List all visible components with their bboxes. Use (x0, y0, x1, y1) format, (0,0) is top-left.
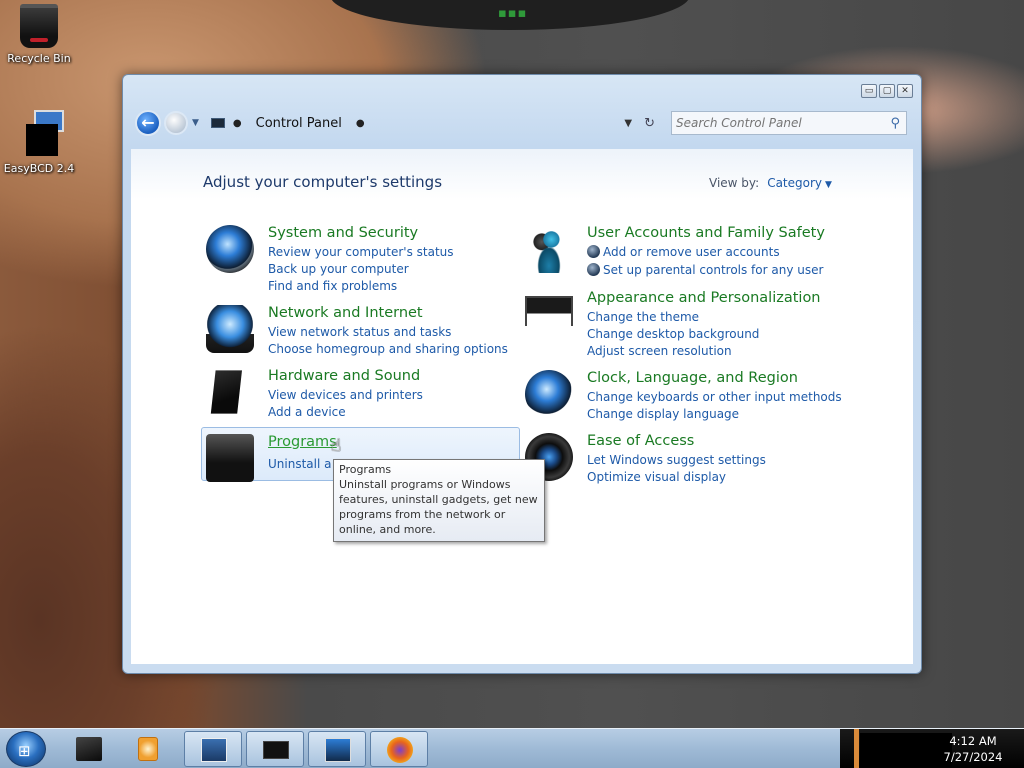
desktop-icon-label: EasyBCD 2.4 (3, 162, 75, 175)
windows-logo-icon: ⊞ (18, 742, 31, 760)
search-input[interactable] (676, 116, 891, 130)
category-title[interactable]: Hardware and Sound (268, 368, 420, 384)
search-box[interactable]: ⚲ (671, 111, 907, 135)
link-network-status[interactable]: View network status and tasks (268, 325, 451, 339)
network-globe-icon (206, 305, 254, 353)
taskbar-app-control-panel[interactable] (184, 731, 242, 767)
category-title[interactable]: Programs (268, 434, 337, 450)
control-panel-app-icon (201, 738, 227, 762)
parental-controls-shield-icon (587, 263, 600, 276)
tooltip-title: Programs (339, 463, 392, 476)
category-ease-of-access: Ease of Access Let Windows suggest setti… (525, 433, 855, 489)
category-network-internet: Network and Internet View network status… (206, 305, 526, 361)
breadcrumb-separator-icon[interactable]: ● (233, 118, 242, 129)
link-keyboards-input[interactable]: Change keyboards or other input methods (587, 390, 842, 404)
link-find-fix-problems[interactable]: Find and fix problems (268, 279, 397, 293)
category-title[interactable]: Network and Internet (268, 305, 423, 321)
forward-button[interactable] (164, 111, 188, 135)
content-pane: Adjust your computer's settings View by:… (131, 149, 913, 664)
category-title[interactable]: User Accounts and Family Safety (587, 225, 825, 241)
desktop-icon-label: Recycle Bin (7, 52, 71, 65)
navigation-bar: ← ▼ ● Control Panel ● ▼ ↻ ⚲ (135, 108, 907, 138)
network-app-icon (325, 738, 351, 762)
programs-tooltip: Programs Uninstall programs or Windows f… (333, 459, 545, 542)
wallpaper-dark-shape: ▪▪▪ (330, 0, 690, 30)
view-by-dropdown[interactable]: Category (767, 176, 822, 190)
chevron-down-icon[interactable]: ▼ (825, 180, 832, 190)
link-devices-printers[interactable]: View devices and printers (268, 388, 423, 402)
taskbar-pinned-explorer[interactable] (60, 731, 118, 767)
category-title[interactable]: Ease of Access (587, 433, 694, 449)
breadcrumb-separator-icon[interactable]: ● (356, 118, 365, 129)
refresh-icon[interactable]: ↻ (644, 116, 655, 131)
link-desktop-background[interactable]: Change desktop background (587, 327, 759, 341)
maximize-button[interactable]: ▢ (879, 84, 895, 98)
link-add-remove-users[interactable]: Add or remove user accounts (603, 245, 780, 259)
desktop-icon-easybcd[interactable]: EasyBCD 2.4 (3, 110, 75, 175)
easybcd-icon (16, 110, 64, 158)
users-icon (525, 225, 573, 273)
link-change-theme[interactable]: Change the theme (587, 310, 699, 324)
link-back-up[interactable]: Back up your computer (268, 262, 409, 276)
address-dropdown-icon[interactable]: ▼ (624, 118, 632, 129)
start-button[interactable]: ⊞ (6, 731, 46, 767)
folder-icon (76, 737, 102, 761)
clock-globe-icon (525, 370, 573, 418)
link-optimize-display[interactable]: Optimize visual display (587, 470, 726, 484)
category-user-accounts: User Accounts and Family Safety Add or r… (525, 225, 855, 281)
category-system-security: System and Security Review your computer… (206, 225, 526, 295)
tooltip-body: Uninstall programs or Windows features, … (339, 478, 538, 536)
recent-pages-dropdown-icon[interactable]: ▼ (192, 118, 199, 128)
link-screen-resolution[interactable]: Adjust screen resolution (587, 344, 732, 358)
category-appearance: Appearance and Personalization Change th… (525, 290, 855, 360)
monitor-icon (263, 741, 289, 759)
tray-icons[interactable] (860, 733, 952, 767)
media-player-icon (138, 737, 158, 761)
wallpaper-led-lights: ▪▪▪ (498, 6, 528, 21)
close-button[interactable]: ✕ (897, 84, 913, 98)
taskbar-app-firefox[interactable] (370, 731, 428, 767)
category-title[interactable]: System and Security (268, 225, 418, 241)
category-clock-language: Clock, Language, and Region Change keybo… (525, 370, 855, 426)
programs-disc-icon (206, 434, 254, 482)
category-title[interactable]: Clock, Language, and Region (587, 370, 798, 386)
link-windows-suggest[interactable]: Let Windows suggest settings (587, 453, 766, 467)
system-clock[interactable]: 4:12 AM 7/27/2024 (940, 733, 1006, 765)
clock-time: 4:12 AM (949, 734, 997, 748)
recycle-bin-icon (20, 4, 58, 48)
control-panel-icon (210, 118, 225, 128)
link-homegroup-sharing[interactable]: Choose homegroup and sharing options (268, 342, 508, 356)
link-add-device[interactable]: Add a device (268, 405, 346, 419)
search-icon[interactable]: ⚲ (890, 116, 900, 131)
shield-globe-icon (206, 225, 254, 273)
category-hardware-sound: Hardware and Sound View devices and prin… (206, 368, 526, 424)
desktop-icon-recycle-bin[interactable]: Recycle Bin (3, 4, 75, 65)
back-button[interactable]: ← (135, 110, 161, 136)
page-title: Adjust your computer's settings (203, 173, 443, 191)
firefox-icon (387, 737, 413, 763)
printer-speaker-icon (210, 370, 242, 414)
view-by: View by: Category ▼ (709, 176, 832, 190)
taskbar-app-network[interactable] (308, 731, 366, 767)
breadcrumb-control-panel[interactable]: Control Panel (256, 116, 342, 131)
link-parental-controls[interactable]: Set up parental controls for any user (603, 263, 823, 277)
window-controls: ▭ ▢ ✕ (861, 84, 913, 98)
taskbar-app-window[interactable] (246, 731, 304, 767)
view-by-label: View by: (709, 176, 760, 190)
monitor-icon (525, 296, 573, 326)
control-panel-window: ▭ ▢ ✕ ← ▼ ● Control Panel ● ▼ ↻ ⚲ Adjust… (122, 74, 922, 674)
hand-cursor-icon: ☝ (331, 436, 342, 456)
link-display-language[interactable]: Change display language (587, 407, 739, 421)
minimize-button[interactable]: ▭ (861, 84, 877, 98)
taskbar: ⊞ 4:12 AM 7/27/2024 (0, 728, 1024, 768)
link-review-status[interactable]: Review your computer's status (268, 245, 454, 259)
category-title[interactable]: Appearance and Personalization (587, 290, 821, 306)
taskbar-pinned-media-player[interactable] (120, 731, 178, 767)
clock-date: 7/27/2024 (943, 750, 1003, 764)
user-accounts-shield-icon (587, 245, 600, 258)
